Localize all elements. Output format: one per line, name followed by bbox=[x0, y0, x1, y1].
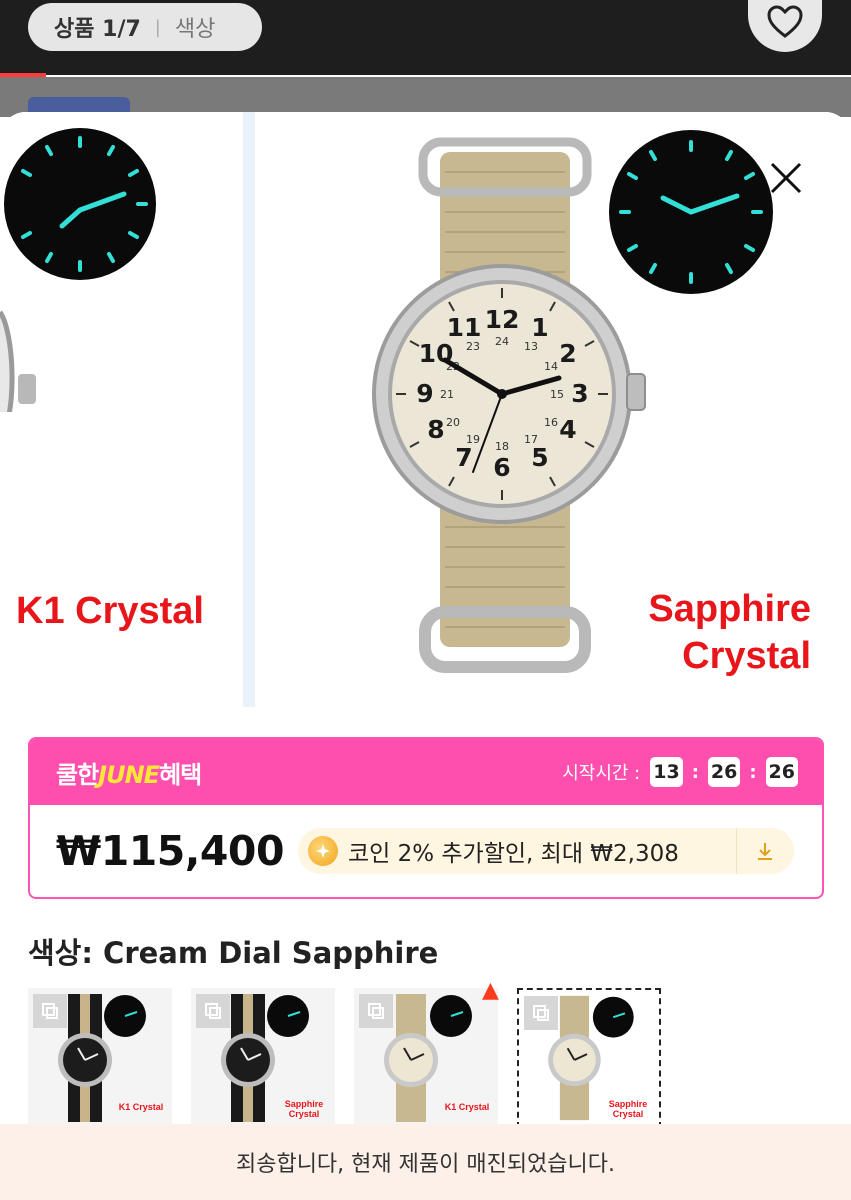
option-caption-line2: Crystal bbox=[612, 1109, 644, 1119]
timer-colon: : bbox=[749, 761, 757, 783]
timer-seconds: 26 bbox=[765, 757, 798, 787]
option-caption-line2: Crystal bbox=[288, 1109, 320, 1119]
color-options: K1 Crystal Sapphire Crystal K1 Crystal ▲… bbox=[28, 978, 668, 1128]
svg-text:12: 12 bbox=[485, 305, 520, 334]
svg-text:11: 11 bbox=[447, 313, 482, 342]
promo-brand-suffix: 혜택 bbox=[159, 760, 202, 789]
product-counter-pill[interactable]: 상품 1/7 | 색상 bbox=[28, 3, 262, 51]
hot-fire-icon: ▲ bbox=[482, 978, 499, 1003]
promo-brand-june: JUNE bbox=[98, 760, 160, 789]
timer-hours: 13 bbox=[650, 757, 683, 787]
svg-text:1: 1 bbox=[531, 313, 548, 342]
svg-text:17: 17 bbox=[524, 433, 538, 446]
sapphire-crystal-label: Sapphire Crystal bbox=[611, 586, 811, 680]
promo-body: ₩115,400 코인 2% 추가할인, 최대 ₩2,308 bbox=[30, 805, 822, 897]
svg-text:8: 8 bbox=[427, 415, 444, 444]
svg-text:4: 4 bbox=[559, 415, 576, 444]
image-gallery[interactable]: K1 Crystal 12 1 2 3 4 5 6 7 8 9 10 11 24… bbox=[0, 112, 851, 707]
option-caption-line1: Sapphire bbox=[284, 1099, 324, 1109]
svg-text:2: 2 bbox=[559, 339, 576, 368]
color-option-selected[interactable]: Sapphire Crystal bbox=[517, 988, 661, 1128]
svg-text:6: 6 bbox=[493, 453, 510, 482]
svg-text:18: 18 bbox=[495, 440, 509, 453]
timer-label: 시작시간 : bbox=[562, 763, 641, 784]
price: ₩115,400 bbox=[56, 827, 284, 875]
lume-dial-image bbox=[0, 128, 156, 412]
k1-crystal-label: K1 Crystal bbox=[16, 590, 204, 632]
promo-header: 쿨한JUNE혜택 시작시간 : 13 : 26 : 26 bbox=[30, 739, 822, 805]
coin-icon bbox=[307, 836, 338, 866]
close-button[interactable] bbox=[760, 152, 812, 204]
svg-text:7: 7 bbox=[455, 443, 472, 472]
svg-text:15: 15 bbox=[550, 388, 564, 401]
promo-brand-prefix: 쿨한 bbox=[56, 760, 99, 789]
color-option[interactable]: Sapphire Crystal bbox=[191, 988, 335, 1128]
option-caption: Sapphire Crystal bbox=[599, 1099, 657, 1119]
sapphire-label-line1: Sapphire bbox=[648, 588, 811, 630]
svg-text:24: 24 bbox=[495, 335, 509, 348]
sold-out-notice: 죄송합니다, 현재 제품이 매진되었습니다. bbox=[0, 1124, 851, 1200]
option-caption-line1: Sapphire bbox=[608, 1099, 648, 1109]
svg-text:20: 20 bbox=[446, 416, 460, 429]
svg-text:16: 16 bbox=[544, 416, 558, 429]
option-caption: Sapphire Crystal bbox=[275, 1099, 333, 1119]
top-header: 상품 1/7 | 색상 bbox=[0, 0, 851, 75]
gallery-divider bbox=[243, 112, 255, 707]
coin-discount-pill[interactable]: 코인 2% 추가할인, 최대 ₩2,308 bbox=[297, 828, 794, 874]
pill-divider: | bbox=[154, 16, 161, 38]
coupon-download-button[interactable] bbox=[735, 828, 794, 874]
svg-text:21: 21 bbox=[440, 388, 454, 401]
svg-text:13: 13 bbox=[524, 340, 538, 353]
color-tab[interactable]: 색상 bbox=[175, 11, 215, 43]
product-counter: 상품 1/7 bbox=[54, 17, 141, 42]
close-icon bbox=[770, 162, 802, 194]
promo-brand: 쿨한JUNE혜택 bbox=[56, 755, 202, 790]
wishlist-button[interactable] bbox=[748, 0, 822, 52]
download-icon bbox=[758, 843, 773, 860]
product-option-sheet: K1 Crystal 12 1 2 3 4 5 6 7 8 9 10 11 24… bbox=[0, 112, 851, 1200]
svg-text:9: 9 bbox=[416, 379, 433, 408]
start-timer: 시작시간 : 13 : 26 : 26 bbox=[562, 757, 798, 787]
option-caption: K1 Crystal bbox=[444, 1102, 490, 1112]
gallery-slide-previous[interactable]: K1 Crystal bbox=[0, 112, 243, 707]
promo-box: 쿨한JUNE혜택 시작시간 : 13 : 26 : 26 ₩115,400 코인… bbox=[28, 737, 824, 899]
color-option[interactable]: K1 Crystal bbox=[28, 988, 172, 1128]
coin-discount-text: 코인 2% 추가할인, 최대 ₩2,308 bbox=[347, 841, 679, 867]
selected-color-label: 색상: Cream Dial Sapphire bbox=[28, 936, 439, 970]
timer-colon: : bbox=[691, 761, 699, 783]
timer-minutes: 26 bbox=[707, 757, 741, 787]
dimmed-background bbox=[0, 77, 851, 123]
heart-icon bbox=[767, 5, 803, 38]
option-caption: K1 Crystal bbox=[118, 1102, 164, 1112]
color-option[interactable]: K1 Crystal bbox=[354, 988, 498, 1128]
svg-text:14: 14 bbox=[544, 360, 558, 373]
svg-text:5: 5 bbox=[531, 443, 548, 472]
svg-text:19: 19 bbox=[466, 433, 480, 446]
sapphire-label-line2: Crystal bbox=[682, 635, 811, 677]
svg-text:3: 3 bbox=[571, 379, 588, 408]
svg-text:23: 23 bbox=[466, 340, 480, 353]
